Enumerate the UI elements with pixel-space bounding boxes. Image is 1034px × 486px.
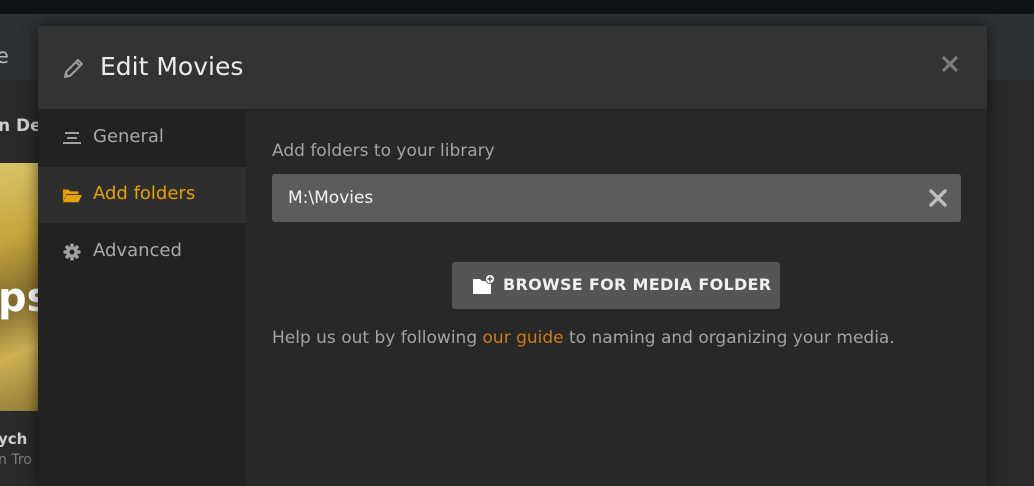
sidebar-item-add-folders[interactable]: Add folders xyxy=(38,167,246,223)
general-lines-icon xyxy=(63,132,81,144)
help-text-before: Help us out by following xyxy=(272,328,483,348)
browse-media-folder-button[interactable]: BROWSE FOR MEDIA FOLDER xyxy=(452,262,780,309)
close-icon xyxy=(942,56,958,72)
app-header-text: e xyxy=(0,44,9,68)
modal-title: Edit Movies xyxy=(100,52,244,81)
modal-main-panel: Add folders to your library M:\Movies BR… xyxy=(246,110,987,486)
close-button[interactable] xyxy=(936,50,964,78)
folder-path-field[interactable]: M:\Movies xyxy=(272,174,961,222)
guide-link[interactable]: our guide xyxy=(483,328,564,348)
sidebar-item-label: Add folders xyxy=(93,183,196,204)
sidebar-item-label: General xyxy=(93,126,164,147)
modal-header: Edit Movies xyxy=(38,26,987,110)
help-text-after: to naming and organizing your media. xyxy=(563,328,895,348)
gear-icon xyxy=(63,243,81,261)
section-title: n De xyxy=(0,116,42,136)
sidebar-item-label: Advanced xyxy=(93,240,182,261)
sidebar-item-advanced[interactable]: Advanced xyxy=(38,224,246,280)
pencil-icon xyxy=(64,59,83,78)
folder-open-icon xyxy=(62,189,82,203)
browse-button-label: BROWSE FOR MEDIA FOLDER xyxy=(503,275,772,294)
folder-path-value[interactable]: M:\Movies xyxy=(288,188,373,208)
modal-sidebar: General Add folders Advanced xyxy=(38,110,246,486)
movie-title[interactable]: ych xyxy=(0,430,27,448)
movie-subtitle: n Tro xyxy=(0,452,32,468)
help-text: Help us out by following our guide to na… xyxy=(272,328,895,348)
folders-field-label: Add folders to your library xyxy=(272,141,495,161)
sidebar-item-general[interactable]: General xyxy=(38,110,246,166)
edit-library-modal: Edit Movies General Add folders Advanced… xyxy=(38,26,987,486)
app-topbar xyxy=(0,0,1034,14)
remove-folder-icon[interactable] xyxy=(927,187,949,209)
folder-add-icon xyxy=(473,274,495,294)
